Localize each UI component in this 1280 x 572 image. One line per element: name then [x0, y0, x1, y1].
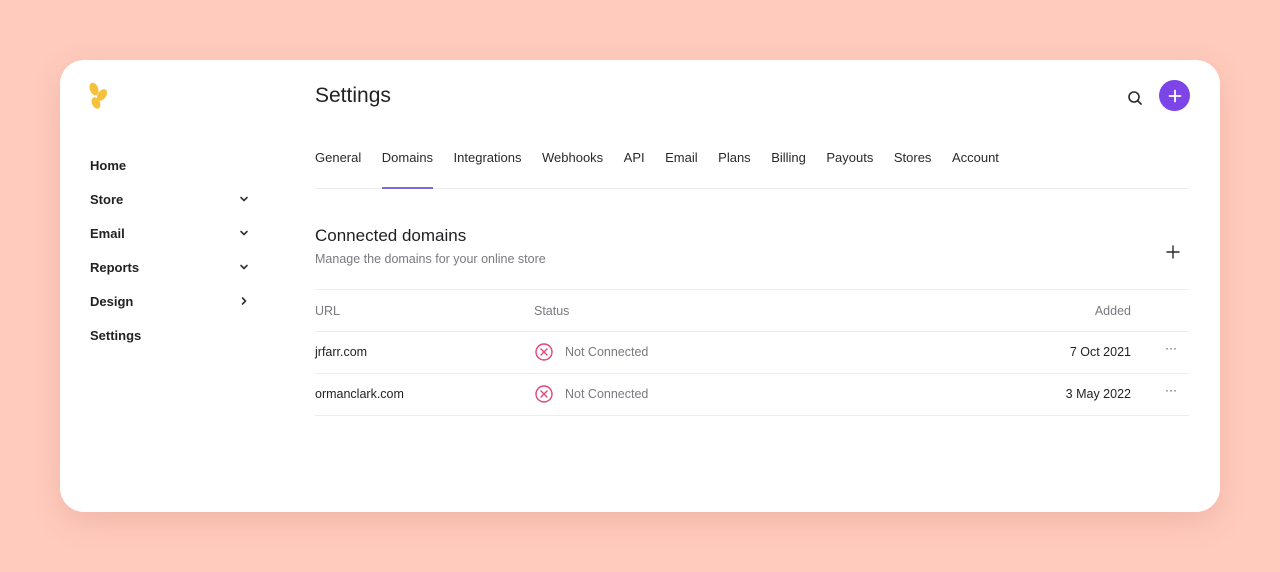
x-circle-icon — [535, 385, 553, 403]
plus-icon — [1168, 89, 1181, 102]
table-row[interactable]: jrfarr.com Not Connected 7 Oct 2021 ··· — [315, 331, 1189, 373]
domain-url: jrfarr.com — [315, 345, 368, 359]
status-text: Not Connected — [565, 345, 649, 359]
chevron-down-icon[interactable] — [238, 261, 250, 273]
sidebar-item-settings[interactable]: Settings — [90, 318, 250, 352]
section-subtitle: Manage the domains for your online store — [315, 252, 546, 266]
tab-email[interactable]: Email — [665, 140, 698, 188]
tab-payouts[interactable]: Payouts — [826, 140, 873, 188]
tab-account[interactable]: Account — [952, 140, 999, 188]
add-button[interactable] — [1159, 80, 1190, 111]
domains-table: URL Status Added jrfarr.com Not Connecte… — [315, 289, 1189, 416]
logo-icon[interactable] — [88, 82, 110, 110]
date-added: 3 May 2022 — [1065, 387, 1131, 401]
sidebar-item-home[interactable]: Home — [90, 148, 250, 182]
sidebar-item-design[interactable]: Design — [90, 284, 250, 318]
search-icon — [1128, 91, 1142, 105]
more-icon[interactable]: ··· — [1163, 341, 1179, 361]
sidebar-item-label: Settings — [90, 327, 142, 343]
tab-stores[interactable]: Stores — [894, 140, 932, 188]
status-text: Not Connected — [565, 387, 649, 401]
column-header-status[interactable]: Status — [534, 304, 569, 318]
table-row[interactable]: ormanclark.com Not Connected 3 May 2022 … — [315, 373, 1189, 416]
tab-domains[interactable]: Domains — [381, 140, 434, 189]
date-added: 7 Oct 2021 — [1069, 345, 1131, 359]
section-title: Connected domains — [315, 226, 467, 245]
chevron-down-icon[interactable] — [238, 227, 250, 239]
add-domain-button[interactable] — [1164, 243, 1182, 261]
search-button[interactable] — [1123, 86, 1147, 110]
column-header-added[interactable]: Added — [1095, 304, 1131, 318]
tab-plans[interactable]: Plans — [718, 140, 751, 188]
tab-general[interactable]: General — [315, 140, 361, 188]
domain-url: ormanclark.com — [315, 387, 404, 401]
chevron-right-icon[interactable] — [238, 295, 250, 307]
more-icon[interactable]: ··· — [1163, 383, 1179, 403]
sidebar-item-label: Email — [90, 225, 125, 241]
sidebar-item-email[interactable]: Email — [90, 216, 250, 250]
app-window: Home Store Email Reports Design Settings… — [60, 60, 1220, 512]
tab-webhooks[interactable]: Webhooks — [542, 140, 603, 188]
tab-integrations[interactable]: Integrations — [454, 140, 522, 188]
tab-api[interactable]: API — [624, 140, 645, 188]
x-circle-icon — [535, 343, 553, 361]
status-cell: Not Connected — [534, 342, 648, 362]
sidebar-item-label: Reports — [90, 259, 140, 275]
sidebar-item-reports[interactable]: Reports — [90, 250, 250, 284]
sidebar-item-label: Home — [90, 157, 127, 173]
column-header-url[interactable]: URL — [315, 304, 340, 318]
sidebar-item-store[interactable]: Store — [90, 182, 250, 216]
tab-billing[interactable]: Billing — [771, 140, 806, 188]
settings-tabs: General Domains Integrations Webhooks AP… — [315, 140, 1189, 189]
sidebar-item-label: Design — [90, 293, 134, 309]
sidebar-nav: Home Store Email Reports Design Settings — [90, 148, 250, 352]
table-header-row: URL Status Added — [315, 289, 1189, 331]
page-title: Settings — [315, 84, 391, 107]
chevron-down-icon[interactable] — [238, 193, 250, 205]
sidebar-item-label: Store — [90, 191, 124, 207]
status-cell: Not Connected — [534, 384, 648, 404]
plus-icon — [1166, 245, 1180, 259]
